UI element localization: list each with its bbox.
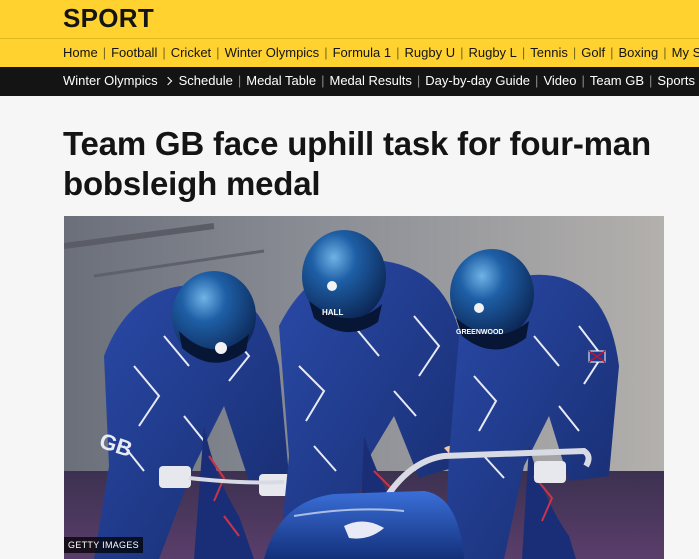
subnav-item-label: Day-by-day Guide — [425, 73, 531, 88]
nav-separator: | — [162, 45, 166, 60]
primary-nav-list: Home | Football | Cricket | Winter Olympics… — [63, 45, 699, 60]
subnav-item-medal-table[interactable]: Medal Table | — [246, 73, 329, 88]
nav-item-winter-olympics[interactable]: Winter Olympics | — [225, 45, 333, 60]
nav-item-label: Rugby U — [404, 45, 456, 60]
nav-item-golf[interactable]: Golf | — [581, 45, 618, 60]
subnav-item-label: Medal Table — [246, 73, 317, 88]
nav-item-label: Formula 1 — [332, 45, 392, 60]
nav-item-my-sport[interactable]: My Sport — [672, 45, 699, 60]
nav-separator: | — [663, 45, 667, 60]
nav-separator: | — [216, 45, 220, 60]
subnav-item-label: Video — [543, 73, 577, 88]
nav-item-label: Rugby L — [468, 45, 517, 60]
article-headline: Team GB face uphill task for four-man bo… — [63, 125, 651, 202]
helmet-name-hall: HALL — [322, 308, 343, 317]
nav-item-football[interactable]: Football | — [111, 45, 171, 60]
nav-separator: | — [102, 45, 107, 60]
nav-separator: | — [535, 73, 539, 88]
sport-logo[interactable]: SPORT — [63, 3, 154, 34]
nav-item-tennis[interactable]: Tennis | — [530, 45, 581, 60]
nav-item-home[interactable]: Home | — [63, 45, 111, 60]
nav-item-label: Football — [111, 45, 158, 60]
image-credit: GETTY IMAGES — [64, 537, 143, 553]
nav-item-label: Boxing — [618, 45, 659, 60]
nav-item-label: Tennis — [530, 45, 568, 60]
subnav-item-schedule[interactable]: Schedule | — [179, 73, 247, 88]
nav-separator: | — [572, 45, 577, 60]
subnav-item-label: Schedule — [178, 73, 233, 88]
section-label: Winter Olympics — [63, 73, 158, 88]
nav-separator: | — [324, 45, 328, 60]
subnav-item-team-gb[interactable]: Team GB | — [590, 73, 658, 88]
nav-item-label: My Sport — [671, 45, 699, 60]
bobsleigh-photo: HALL GREENWOOD GB — [64, 216, 664, 559]
nav-separator: | — [649, 73, 653, 88]
chevron-right-icon — [163, 76, 172, 85]
nav-item-label: Golf — [581, 45, 606, 60]
subnav-item-medal-results[interactable]: Medal Results | — [330, 73, 426, 88]
subnav-item-label: Medal Results — [329, 73, 412, 88]
secondary-nav: Winter Olympics Schedule | Medal Table | M… — [0, 67, 699, 96]
nav-separator: | — [460, 45, 464, 60]
nav-separator: | — [521, 45, 526, 60]
subnav-item-day-by-day-guide[interactable]: Day-by-day Guide | — [425, 73, 543, 88]
nav-separator: | — [610, 45, 614, 60]
nav-item-rugby-league[interactable]: Rugby L | — [468, 45, 530, 60]
article-hero-image: HALL GREENWOOD GB GETTY IMAGES — [64, 216, 664, 559]
nav-separator: | — [321, 73, 325, 88]
nav-separator: | — [416, 73, 421, 88]
subnav-item-label: Team GB — [589, 73, 645, 88]
nav-item-rugby-union[interactable]: Rugby U | — [405, 45, 469, 60]
subnav-item-label: Sports — [657, 73, 695, 88]
primary-nav: Home | Football | Cricket | Winter Olympics… — [0, 38, 699, 67]
nav-separator: | — [581, 73, 585, 88]
nav-item-boxing[interactable]: Boxing | — [618, 45, 671, 60]
nav-item-label: Home — [63, 45, 98, 60]
nav-item-label: Winter Olympics — [224, 45, 320, 60]
nav-item-cricket[interactable]: Cricket | — [171, 45, 225, 60]
subnav-item-sports[interactable]: Sports — [657, 73, 695, 88]
brand-bar: SPORT — [0, 0, 699, 38]
nav-item-label: Cricket — [170, 45, 212, 60]
secondary-nav-list: Winter Olympics Schedule | Medal Table | M… — [63, 73, 695, 88]
nav-separator: | — [396, 45, 400, 60]
helmet-name-greenwood: GREENWOOD — [456, 329, 503, 336]
section-link-winter-olympics[interactable]: Winter Olympics — [63, 73, 179, 88]
nav-separator: | — [237, 73, 242, 88]
subnav-item-video[interactable]: Video | — [543, 73, 589, 88]
nav-item-formula-1[interactable]: Formula 1 | — [333, 45, 405, 60]
